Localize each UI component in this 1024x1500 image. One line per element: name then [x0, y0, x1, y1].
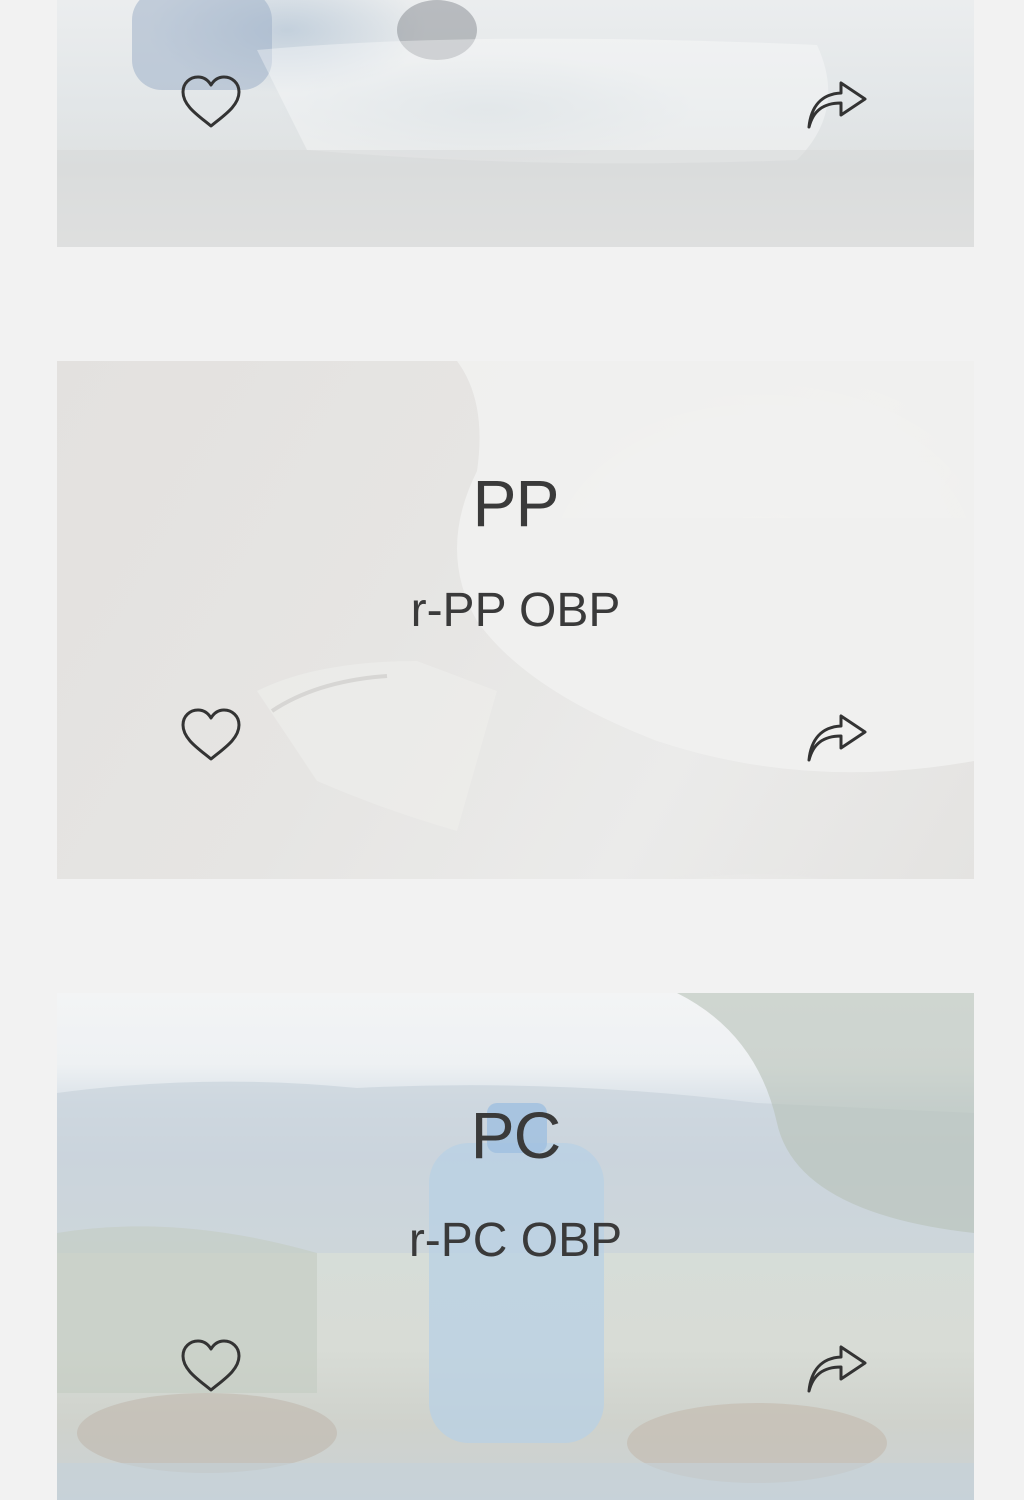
like-button[interactable] [179, 70, 243, 134]
share-button[interactable] [805, 707, 869, 771]
card-subtitle: r-PP OBP [410, 584, 621, 637]
share-arrow-icon [807, 714, 867, 762]
product-card-pp[interactable]: PP r-PP OBP [57, 361, 974, 879]
share-button[interactable] [805, 1338, 869, 1402]
product-card-pc[interactable]: PC r-PC OBP [57, 993, 974, 1500]
share-arrow-icon [807, 81, 867, 129]
card-title: PC [470, 1098, 562, 1172]
card-subtitle: r-PC OBP [408, 1214, 623, 1267]
share-arrow-icon [807, 1345, 867, 1393]
like-button[interactable] [179, 1334, 243, 1398]
like-button[interactable] [179, 703, 243, 767]
card-title: PP [472, 466, 559, 540]
share-button[interactable] [805, 74, 869, 138]
heart-outline-icon [181, 708, 241, 761]
product-card-1[interactable] [57, 0, 974, 247]
heart-outline-icon [181, 75, 241, 128]
heart-outline-icon [181, 1339, 241, 1392]
